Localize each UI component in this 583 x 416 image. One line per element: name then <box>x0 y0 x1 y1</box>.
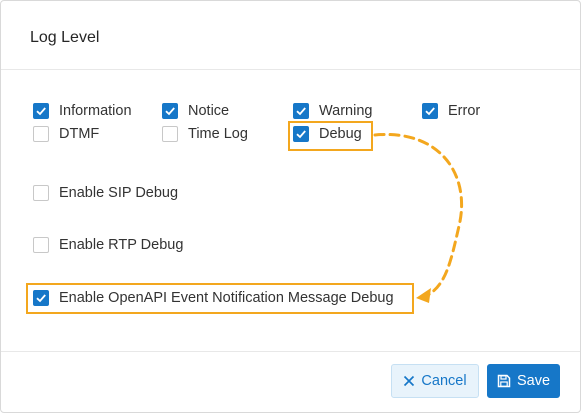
checkbox-label: Enable OpenAPI Event Notification Messag… <box>59 290 394 306</box>
checkbox-label: Debug <box>319 126 362 142</box>
checkbox-enable-sip-debug[interactable]: Enable SIP Debug <box>33 185 178 201</box>
checkbox-enable-rtp-debug[interactable]: Enable RTP Debug <box>33 237 183 253</box>
checkbox-icon[interactable] <box>293 126 309 142</box>
checkbox-error[interactable]: Error <box>422 103 480 119</box>
checkbox-icon[interactable] <box>33 237 49 253</box>
checkbox-label: Information <box>59 103 132 119</box>
checkbox-notice[interactable]: Notice <box>162 103 229 119</box>
checkbox-icon[interactable] <box>162 103 178 119</box>
checkbox-label: Time Log <box>188 126 248 142</box>
checkbox-label: Enable RTP Debug <box>59 237 184 253</box>
cancel-label: Cancel <box>421 373 467 389</box>
save-button[interactable]: Save <box>487 364 560 398</box>
checkbox-enable-openapi-debug[interactable]: Enable OpenAPI Event Notification Messag… <box>33 290 394 306</box>
dialog-title: Log Level <box>30 29 100 46</box>
checkbox-time-log[interactable]: Time Log <box>162 126 248 142</box>
save-icon <box>497 374 511 388</box>
checkbox-label: Error <box>448 103 481 119</box>
checkbox-label: Enable SIP Debug <box>59 185 179 201</box>
dashed-arrow-icon <box>373 133 464 303</box>
save-label: Save <box>516 373 551 389</box>
checkbox-icon[interactable] <box>33 103 49 119</box>
checkbox-icon[interactable] <box>33 185 49 201</box>
checkbox-label: Notice <box>188 103 230 119</box>
checkbox-dtmf[interactable]: DTMF <box>33 126 99 142</box>
checkbox-information[interactable]: Information <box>33 103 132 119</box>
checkbox-icon[interactable] <box>33 126 49 142</box>
checkbox-debug[interactable]: Debug <box>293 126 362 142</box>
checkbox-icon[interactable] <box>422 103 438 119</box>
cancel-button[interactable]: Cancel <box>391 364 479 398</box>
header-divider <box>1 69 580 70</box>
log-level-dialog: Log Level Information Notice Warning Err… <box>0 0 581 413</box>
close-icon <box>404 375 415 387</box>
checkbox-warning[interactable]: Warning <box>293 103 372 119</box>
checkbox-icon[interactable] <box>162 126 178 142</box>
checkbox-label: Warning <box>319 103 373 119</box>
checkbox-icon[interactable] <box>33 290 49 306</box>
checkbox-label: DTMF <box>59 126 100 142</box>
checkbox-icon[interactable] <box>293 103 309 119</box>
footer-divider <box>1 351 580 352</box>
